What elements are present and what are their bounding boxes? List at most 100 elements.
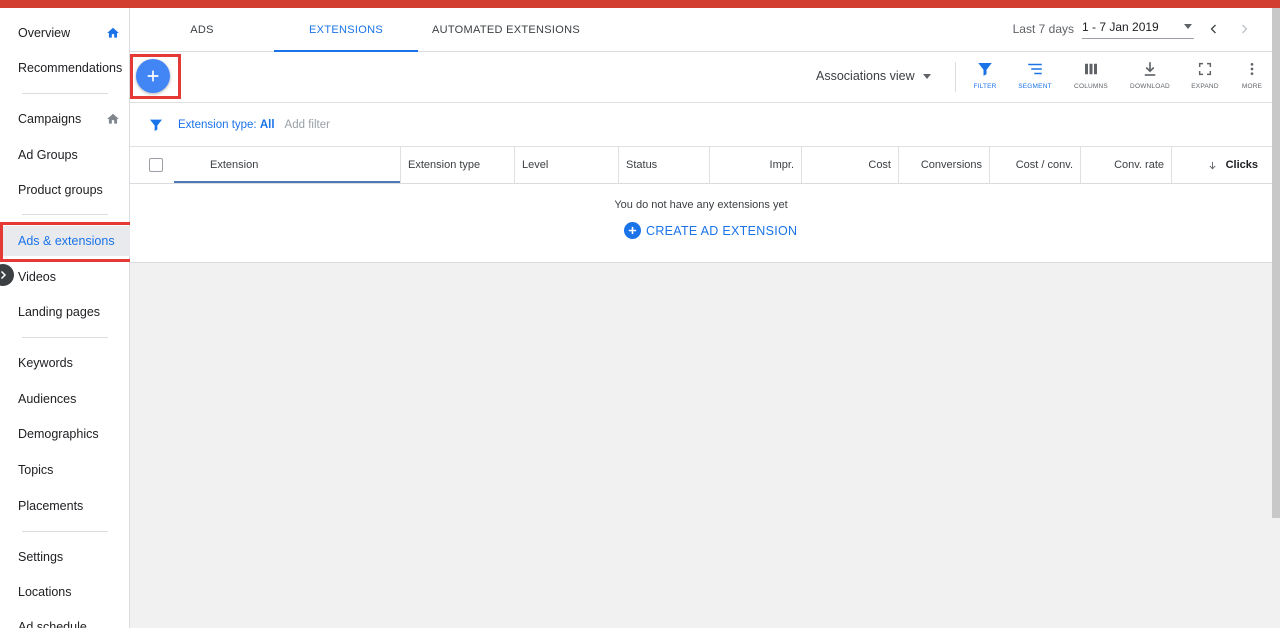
column-label: Conversions [920, 159, 982, 171]
date-range-label: Last 7 days [1012, 21, 1074, 36]
caret-down-icon [922, 73, 931, 79]
tabs-bar: ADS EXTENSIONS AUTOMATED EXTENSIONS Last… [130, 8, 1272, 52]
sidebar-item-label: Videos [18, 270, 56, 284]
column-label: Level [522, 159, 549, 171]
sidebar-item-label: Audiences [18, 392, 77, 406]
date-range-picker: Last 7 days 1 - 7 Jan 2019 [1013, 18, 1254, 39]
arrow-down-icon [1209, 161, 1216, 169]
sidebar-item-ad-schedule[interactable]: Ad schedule [0, 612, 130, 628]
columns-button[interactable]: COLUMNS [1066, 60, 1116, 96]
sidebar-item-audiences[interactable]: Audiences [0, 384, 130, 414]
sidebar-item-recommendations[interactable]: Recommendations [0, 53, 130, 83]
column-label: Conv. rate [1114, 159, 1164, 171]
previous-period-button[interactable] [1204, 19, 1224, 39]
column-cost[interactable]: Cost [802, 147, 899, 183]
create-ad-extension-button[interactable]: CREATE AD EXTENSION [624, 222, 797, 239]
sidebar-item-ad-groups[interactable]: Ad Groups [0, 140, 130, 170]
column-label: Impr. [769, 159, 794, 171]
segment-icon [1028, 63, 1042, 75]
associations-view-dropdown[interactable]: Associations view [816, 69, 931, 83]
tab-automated-extensions[interactable]: AUTOMATED EXTENSIONS [430, 8, 582, 51]
sidebar-item-placements[interactable]: Placements [0, 491, 130, 521]
filter-button[interactable]: FILTER [960, 60, 1010, 96]
column-label: Status [626, 159, 658, 171]
sidebar-divider [22, 214, 108, 215]
next-period-button[interactable] [1234, 19, 1254, 39]
sidebar-item-locations[interactable]: Locations [0, 577, 130, 607]
filter-type-value: All [259, 118, 275, 131]
column-impressions[interactable]: Impr. [710, 147, 802, 183]
main-content: ADS EXTENSIONS AUTOMATED EXTENSIONS Last… [130, 8, 1272, 628]
sidebar-item-topics[interactable]: Topics [0, 455, 130, 485]
sidebar-item-label: Settings [18, 550, 64, 564]
top-accent-bar [0, 0, 1280, 8]
tab-label: AUTOMATED EXTENSIONS [431, 23, 580, 36]
view-label: Associations view [816, 69, 915, 83]
toolbar-button-label: COLUMNS [1074, 83, 1108, 90]
column-cost-per-conversion[interactable]: Cost / conv. [990, 147, 1081, 183]
sidebar-item-label: Keywords [18, 356, 73, 370]
toolbar-button-label: FILTER [973, 83, 997, 90]
download-icon [1144, 62, 1156, 76]
sidebar-item-landing-pages[interactable]: Landing pages [0, 297, 130, 327]
sidebar-item-label: Recommendations [18, 61, 123, 75]
column-conversions[interactable]: Conversions [899, 147, 990, 183]
sidebar-item-overview[interactable]: Overview [0, 18, 130, 48]
column-conversion-rate[interactable]: Conv. rate [1081, 147, 1172, 183]
sidebar-divider [22, 93, 108, 94]
extension-type-filter[interactable]: Extension type: All [178, 119, 275, 131]
create-button-label: CREATE AD EXTENSION [646, 223, 798, 238]
sidebar-item-demographics[interactable]: Demographics [0, 419, 130, 449]
column-level[interactable]: Level [515, 147, 619, 183]
sidebar-item-label: Product groups [18, 183, 103, 197]
sidebar-item-label: Locations [18, 585, 72, 599]
sidebar-item-label: Campaigns [18, 112, 82, 126]
sidebar-item-label: Overview [18, 26, 71, 40]
select-all-checkbox[interactable] [149, 158, 163, 172]
plus-circle-icon [624, 222, 641, 239]
scrollbar[interactable] [1272, 8, 1280, 518]
toolbar-divider [955, 62, 956, 92]
sidebar-item-label: Ad Groups [18, 148, 78, 162]
highlight-box [0, 222, 134, 262]
toolbar-button-label: DOWNLOAD [1130, 83, 1170, 90]
sidebar-item-label: Landing pages [18, 305, 101, 319]
tab-ads[interactable]: ADS [158, 8, 246, 51]
add-filter-link[interactable]: Add filter [285, 119, 330, 131]
highlight-box [130, 54, 181, 99]
download-button[interactable]: DOWNLOAD [1125, 60, 1175, 96]
sidebar-item-videos[interactable]: Videos [0, 262, 130, 292]
tab-extensions[interactable]: EXTENSIONS [274, 8, 418, 52]
more-button[interactable]: MORE [1227, 60, 1277, 96]
chevron-left-icon [1210, 24, 1216, 33]
date-range-select[interactable]: 1 - 7 Jan 2019 [1082, 18, 1194, 39]
expand-icon [1198, 62, 1212, 76]
segment-button[interactable]: SEGMENT [1010, 60, 1060, 96]
columns-icon [1085, 63, 1097, 75]
column-label: Clicks [1225, 159, 1258, 171]
home-icon [107, 113, 119, 124]
column-extension[interactable]: Extension [174, 147, 401, 183]
column-label: Cost [868, 159, 891, 171]
sidebar-item-keywords[interactable]: Keywords [0, 348, 130, 378]
expand-button[interactable]: EXPAND [1180, 60, 1230, 96]
sidebar-item-label: Ad schedule [18, 620, 87, 628]
column-status[interactable]: Status [619, 147, 710, 183]
column-label: Extension type [408, 159, 481, 171]
filter-bar: Extension type: All Add filter [130, 103, 1272, 147]
column-clicks[interactable]: Clicks [1172, 147, 1265, 183]
toolbar-button-label: SEGMENT [1018, 83, 1052, 90]
filter-icon [978, 63, 992, 76]
filter-icon [150, 119, 162, 131]
tab-label: EXTENSIONS [309, 23, 383, 36]
table-header: Extension Extension type Level Status Im… [130, 147, 1272, 184]
sidebar-item-campaigns[interactable]: Campaigns [0, 104, 130, 134]
sidebar-item-product-groups[interactable]: Product groups [0, 175, 130, 205]
toolbar-button-label: EXPAND [1191, 83, 1219, 90]
sidebar-item-settings[interactable]: Settings [0, 542, 130, 572]
chevron-right-icon [0, 270, 7, 280]
sidebar-divider [22, 531, 108, 532]
column-extension-type[interactable]: Extension type [401, 147, 515, 183]
chevron-right-icon [1242, 24, 1248, 33]
column-label: Extension [210, 159, 259, 171]
